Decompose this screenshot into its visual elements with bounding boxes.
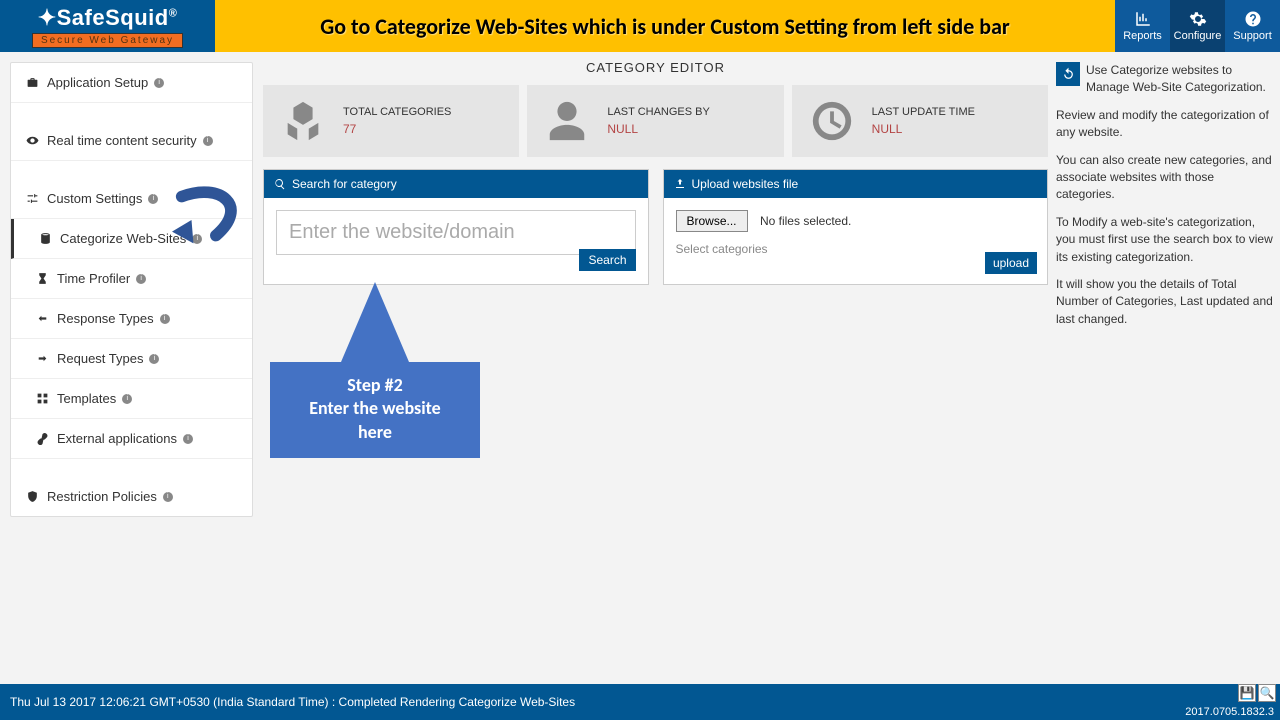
sidebar-item-request[interactable]: Request Typesi: [11, 339, 252, 379]
search-panel: Search for category Search: [263, 169, 649, 285]
shield-icon: [25, 490, 39, 504]
stat-last-changes: LAST CHANGES BYNULL: [527, 85, 783, 157]
logo: ✦SafeSquid® Secure Web Gateway: [0, 0, 215, 52]
help-text: Use Categorize websites to Manage Web-Si…: [1054, 52, 1280, 684]
info-icon: i: [149, 354, 159, 364]
boxes-icon: [273, 95, 333, 147]
info-icon: i: [122, 394, 132, 404]
refresh-icon: [1061, 67, 1076, 82]
page-title: CATEGORY EDITOR: [263, 52, 1048, 85]
configure-button[interactable]: Configure: [1170, 0, 1225, 52]
sidebar-item-external[interactable]: External applicationsi: [11, 419, 252, 459]
save-icon-button[interactable]: 💾: [1238, 684, 1256, 702]
sidebar-item-restriction[interactable]: Restriction Policiesi: [11, 477, 252, 516]
arrow-right-icon: [35, 352, 49, 366]
refresh-button[interactable]: [1056, 62, 1080, 86]
upload-icon: [674, 178, 686, 190]
support-button[interactable]: Support: [1225, 0, 1280, 52]
info-icon: i: [160, 314, 170, 324]
select-categories-label: Select categories: [676, 242, 1036, 256]
hourglass-icon: [35, 272, 49, 286]
database-icon: [38, 232, 52, 246]
eye-icon: [25, 134, 39, 148]
info-icon: i: [148, 194, 158, 204]
info-icon: i: [192, 234, 202, 244]
info-icon: i: [163, 492, 173, 502]
link-icon: [35, 432, 49, 446]
user-icon: [537, 95, 597, 147]
annotation-callout: Step #2 Enter the website here: [270, 362, 480, 458]
info-icon: i: [136, 274, 146, 284]
search-icon: [274, 178, 286, 190]
zoom-icon-button[interactable]: 🔍: [1258, 684, 1276, 702]
browse-button[interactable]: Browse...: [676, 210, 748, 232]
no-files-label: No files selected.: [760, 214, 851, 228]
upload-panel: Upload websites file Browse... No files …: [663, 169, 1049, 285]
briefcase-icon: [25, 76, 39, 90]
chart-icon: [1134, 10, 1152, 28]
sidebar-item-app-setup[interactable]: Application Setupi: [11, 63, 252, 103]
info-icon: i: [203, 136, 213, 146]
info-icon: i: [183, 434, 193, 444]
stat-total-categories: TOTAL CATEGORIES77: [263, 85, 519, 157]
clock-icon: [802, 95, 862, 147]
arrow-left-icon: [35, 312, 49, 326]
sidebar-item-realtime[interactable]: Real time content securityi: [11, 121, 252, 161]
logo-tagline: Secure Web Gateway: [32, 33, 183, 48]
info-icon: i: [154, 78, 164, 88]
sidebar-item-templates[interactable]: Templatesi: [11, 379, 252, 419]
build-number: 2017.0705.1832.3: [1185, 706, 1274, 718]
cogs-icon: [1189, 10, 1207, 28]
sidebar-item-time[interactable]: Time Profileri: [11, 259, 252, 299]
help-icon: [1244, 10, 1262, 28]
stat-last-update: LAST UPDATE TIMENULL: [792, 85, 1048, 157]
sidebar-item-response[interactable]: Response Typesi: [11, 299, 252, 339]
grid-icon: [35, 392, 49, 406]
status-text: Thu Jul 13 2017 12:06:21 GMT+0530 (India…: [10, 695, 575, 709]
status-bar: Thu Jul 13 2017 12:06:21 GMT+0530 (India…: [0, 684, 1280, 720]
search-button[interactable]: Search: [579, 249, 635, 271]
sidebar-item-custom[interactable]: Custom Settingsi: [11, 179, 252, 219]
sliders-icon: [25, 192, 39, 206]
logo-name: SafeSquid: [57, 5, 169, 30]
reports-button[interactable]: Reports: [1115, 0, 1170, 52]
instruction-banner: Go to Categorize Web-Sites which is unde…: [215, 0, 1115, 52]
sidebar-item-categorize[interactable]: Categorize Web-Sitesi: [11, 219, 252, 259]
upload-button[interactable]: upload: [985, 252, 1037, 274]
